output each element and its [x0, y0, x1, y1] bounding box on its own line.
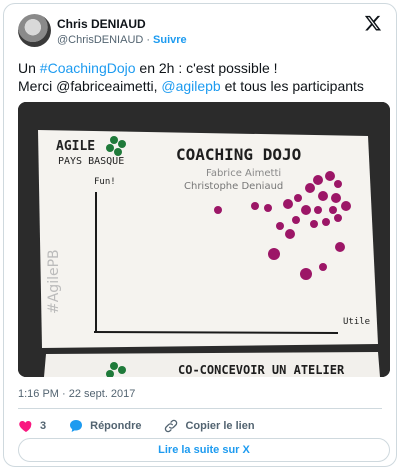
- tweet-text-part: Merci @fabriceaimetti,: [18, 78, 162, 94]
- vote-dot: [310, 220, 318, 228]
- logo-text-1: AGILE: [56, 139, 95, 154]
- tweet-text-part: Un: [18, 60, 40, 76]
- vote-dot: [329, 206, 337, 214]
- link-icon: [165, 419, 178, 433]
- sheet-title: COACHING DOJO: [176, 145, 301, 164]
- author-name[interactable]: Chris DENIAUD: [57, 17, 146, 31]
- read-more-button[interactable]: Lire la suite sur X: [18, 438, 390, 462]
- vote-dot: [214, 206, 222, 214]
- vote-dot: [314, 206, 322, 214]
- vote-dot: [292, 216, 300, 224]
- vote-dot: [331, 193, 341, 203]
- photo-illustration: AGILE PAYS BASQUE COACHING DOJO Fabrice …: [18, 102, 390, 377]
- vote-dot: [264, 204, 272, 212]
- vote-dot: [305, 183, 315, 193]
- logo-text-2: PAYS BASQUE: [58, 156, 124, 167]
- x-axis-label: Utile: [343, 317, 370, 327]
- second-sheet-title: CO-CONCEVOIR UN ATELIER: [178, 363, 345, 377]
- x-axis: [93, 331, 339, 334]
- vote-dot: [319, 263, 327, 271]
- vote-dot: [268, 248, 280, 260]
- tweet-card: Chris DENIAUD @ChrisDENIAUD · Suivre Un #C…: [3, 3, 397, 467]
- avatar[interactable]: [18, 14, 51, 47]
- like-button[interactable]: 3: [18, 418, 46, 434]
- vote-dot: [318, 191, 328, 201]
- tweet-text: Un #CoachingDojo en 2h : c'est possible …: [18, 59, 388, 95]
- author-handle[interactable]: @ChrisDENIAUD: [57, 34, 143, 46]
- tweet-timestamp[interactable]: 1:16 PM · 22 sept. 2017: [18, 388, 135, 400]
- reply-label: Répondre: [90, 420, 142, 432]
- vote-dot: [334, 180, 342, 188]
- reply-icon: [70, 420, 83, 432]
- vote-dot: [251, 202, 259, 210]
- vote-dot: [300, 268, 312, 280]
- copy-link-label: Copier le lien: [185, 420, 255, 432]
- copy-link-button[interactable]: Copier le lien: [163, 418, 255, 434]
- tweet-line-2: Merci @fabriceaimetti, @agilepb et tous …: [18, 77, 388, 95]
- vote-dot: [335, 242, 345, 252]
- hashtag-link[interactable]: #CoachingDojo: [40, 60, 136, 76]
- vote-dot: [285, 229, 295, 239]
- side-hashtag: #AgilePB: [46, 249, 62, 314]
- vote-dot: [334, 214, 342, 222]
- tweet-text-part: en 2h : c'est possible !: [135, 60, 278, 76]
- vote-dot: [341, 201, 351, 211]
- sheet-subtitle-1: Fabrice Aimetti: [206, 168, 281, 179]
- tweet-photo[interactable]: AGILE PAYS BASQUE COACHING DOJO Fabrice …: [18, 102, 390, 377]
- tweet-line-1: Un #CoachingDojo en 2h : c'est possible …: [18, 59, 388, 77]
- separator-dot: ·: [146, 34, 151, 46]
- vote-dot: [313, 175, 323, 185]
- sheet-subtitle-2: Christophe Deniaud: [184, 181, 283, 192]
- vote-dot: [325, 171, 335, 181]
- y-axis-label: Fun!: [94, 177, 116, 187]
- heart-icon: [19, 421, 32, 432]
- mention-link[interactable]: @agilepb: [161, 78, 220, 94]
- vote-dot: [301, 205, 311, 215]
- like-count: 3: [40, 420, 47, 432]
- divider: [18, 408, 382, 409]
- x-logo-icon[interactable]: [364, 14, 382, 32]
- vote-dot: [283, 199, 293, 209]
- action-bar: 3 Répondre Copier le lien: [18, 417, 277, 435]
- tweet-text-part: et tous les participants: [220, 78, 364, 94]
- author-handle-row: @ChrisDENIAUD · Suivre: [57, 34, 187, 46]
- vote-dot: [294, 194, 302, 202]
- follow-button[interactable]: Suivre: [153, 34, 187, 46]
- vote-dot: [276, 222, 284, 230]
- reply-button[interactable]: Répondre: [68, 418, 141, 434]
- vote-dot: [322, 218, 330, 226]
